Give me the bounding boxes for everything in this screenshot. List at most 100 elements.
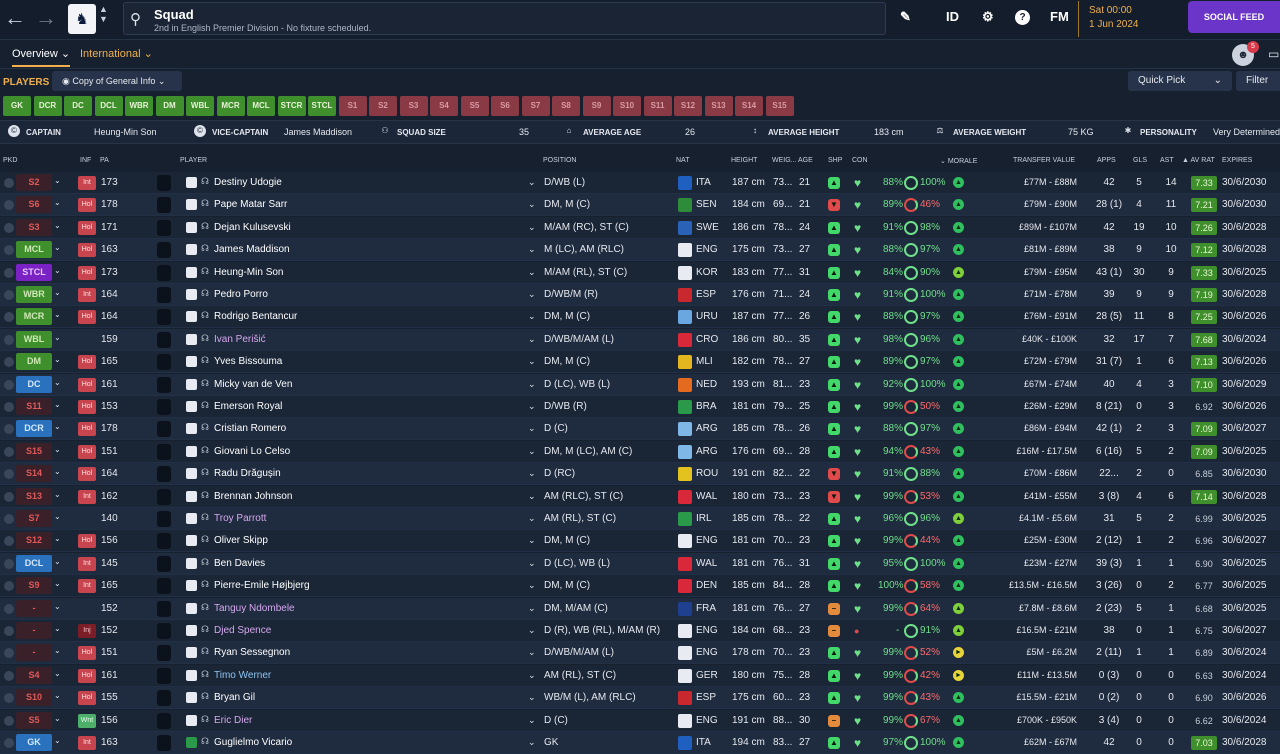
col-inf[interactable]: INF [80,157,91,164]
col-age[interactable]: AGE [798,157,813,164]
col-pkd[interactable]: PKD [3,157,17,164]
row-select-checkbox[interactable] [4,558,14,569]
row-select-checkbox[interactable] [4,379,14,390]
player-name[interactable]: James Maddison [214,244,290,255]
row-select-checkbox[interactable] [4,312,14,323]
forward-arrow-icon[interactable]: → [34,6,58,30]
picked-position-tag[interactable]: S6 [16,196,52,214]
player-name[interactable]: Radu Drăgușin [214,468,281,479]
player-name[interactable]: Eric Dier [214,715,252,726]
table-row[interactable]: S7 ⌄ 140 ☊ Troy Parrott AM (RL), ST (C) ⌄ IRL 18… [0,508,1280,530]
col-position[interactable]: POSITION [543,157,576,164]
picked-position-tag[interactable]: - [16,644,52,662]
chevron-down-icon[interactable]: ⌄ [528,177,536,188]
position-chip[interactable]: S1 [338,96,367,116]
chevron-down-icon[interactable]: ⌄ [528,334,536,345]
club-switch-arrows-icon[interactable]: ▲ ▼ [99,4,108,24]
player-name[interactable]: Oliver Skipp [214,535,268,546]
picked-position-tag[interactable]: DCL [16,554,52,572]
chevron-down-icon[interactable]: ⌄ [54,266,61,275]
table-row[interactable]: DCL ⌄ Int 145 ☊ Ben Davies D (LC), WB (L) ⌄ WAL 1… [0,552,1280,575]
chevron-down-icon[interactable]: ⌄ [54,534,61,543]
picked-position-tag[interactable]: DM [16,353,52,371]
row-select-checkbox[interactable] [4,424,14,435]
monitor-icon[interactable]: ▭ [1268,47,1279,61]
chevron-down-icon[interactable]: ⌄ [54,243,61,252]
player-name[interactable]: Dejan Kulusevski [214,222,291,233]
chevron-down-icon[interactable]: ⌄ [54,288,61,297]
position-chip[interactable]: WBL [186,96,214,116]
picked-position-tag[interactable]: S14 [16,465,52,483]
row-select-checkbox[interactable] [4,178,14,188]
table-row[interactable]: - ⌄ Inj 152 ☊ Djed Spence D (R), WB (RL), M/AM… [0,620,1280,642]
chevron-down-icon[interactable]: ⌄ [528,715,536,726]
chevron-down-icon[interactable]: ⌄ [54,624,61,633]
player-name[interactable]: Bryan Gil [214,692,255,703]
chevron-down-icon[interactable]: ⌄ [528,535,536,546]
chevron-down-icon[interactable]: ⌄ [54,355,61,364]
picked-position-tag[interactable]: - [16,622,52,639]
chevron-down-icon[interactable]: ⌄ [528,692,536,703]
row-select-checkbox[interactable] [4,693,14,704]
picked-position-tag[interactable]: S9 [16,577,52,595]
chevron-down-icon[interactable]: ⌄ [54,579,61,588]
chevron-down-icon[interactable]: ⌄ [54,310,61,319]
picked-position-tag[interactable]: S3 [16,218,52,236]
player-name[interactable]: Tanguy Ndombele [214,603,295,614]
table-row[interactable]: - ⌄ 152 ☊ Tanguy Ndombele DM, M/AM (C) ⌄ FRA 181… [0,597,1280,620]
chevron-down-icon[interactable]: ⌄ [528,244,536,255]
chevron-down-icon[interactable]: ⌄ [528,356,536,367]
row-select-checkbox[interactable] [4,357,14,368]
position-chip[interactable]: STCL [308,96,336,116]
table-row[interactable]: - ⌄ Hol 151 ☊ Ryan Sessegnon D/WB/M/AM (L) ⌄ ENG… [0,642,1280,665]
position-chip[interactable]: S13 [704,96,733,116]
row-select-checkbox[interactable] [4,446,14,457]
picked-position-tag[interactable]: S10 [16,689,52,707]
pencil-icon[interactable]: ✎ [900,9,911,25]
table-row[interactable]: DC ⌄ Hol 161 ☊ Micky van de Ven D (LC), WB (L)… [0,373,1280,396]
position-chip[interactable]: MCL [247,96,275,116]
position-chip[interactable]: S8 [552,96,580,116]
picked-position-tag[interactable]: MCL [16,241,52,259]
position-chip[interactable]: S10 [613,96,641,116]
table-row[interactable]: DM ⌄ Hol 165 ☊ Yves Bissouma DM, M (C) ⌄ MLI 182 … [0,351,1280,374]
player-name[interactable]: Brennan Johnson [214,491,292,502]
position-chip[interactable]: S15 [765,96,794,116]
player-name[interactable]: Timo Werner [214,670,271,681]
table-row[interactable]: STCL ⌄ Hol 173 ☊ Heung-Min Son M/AM (RL), ST (… [0,261,1280,284]
table-row[interactable]: S4 ⌄ Hol 161 ☊ Timo Werner AM (RL), ST (C) ⌄ GER… [0,664,1280,687]
position-chip[interactable]: S7 [521,96,550,116]
col-shp[interactable]: SHP [828,157,842,164]
position-chip[interactable]: S11 [643,96,672,116]
back-arrow-icon[interactable]: ← [3,6,27,30]
position-chip[interactable]: WBR [125,96,153,116]
chevron-down-icon[interactable]: ⌄ [54,333,61,342]
col-apps[interactable]: APPS [1097,157,1116,164]
chevron-down-icon[interactable]: ⌄ [54,490,61,499]
badge-icon[interactable]: ⚙ [982,9,994,25]
tab-international[interactable]: International ⌄ [80,47,153,60]
table-row[interactable]: S12 ⌄ Hol 156 ☊ Oliver Skipp DM, M (C) ⌄ ENG 181 … [0,530,1280,553]
fm-icon[interactable]: FM [1050,9,1069,24]
player-name[interactable]: Giovani Lo Celso [214,446,290,457]
social-feed-button[interactable]: SOCIAL FEED [1188,1,1280,33]
player-name[interactable]: Ryan Sessegnon [214,647,290,658]
table-row[interactable]: S15 ⌄ Hol 151 ☊ Giovani Lo Celso DM, M (LC), A… [0,440,1280,463]
row-select-checkbox[interactable] [4,715,14,726]
chevron-down-icon[interactable]: ⌄ [528,491,536,502]
player-name[interactable]: Guglielmo Vicario [214,737,292,748]
picked-position-tag[interactable]: STCL [16,263,52,281]
player-name[interactable]: Pape Matar Sarr [214,199,287,210]
position-chip[interactable]: DCL [94,96,123,116]
table-row[interactable]: S14 ⌄ Hol 164 ☊ Radu Drăgușin D (RC) ⌄ ROU 191 cm… [0,463,1280,486]
player-name[interactable]: Heung-Min Son [214,267,283,278]
chevron-down-icon[interactable]: ⌄ [528,468,536,479]
player-name[interactable]: Ivan Perišić [214,334,266,345]
table-row[interactable]: S9 ⌄ Int 165 ☊ Pierre-Emile Højbjerg DM, M (C)… [0,575,1280,598]
col-ast[interactable]: AST [1160,157,1174,164]
position-chip[interactable]: S2 [369,96,397,116]
row-select-checkbox[interactable] [4,222,14,233]
quick-pick-button[interactable]: Quick Pick ⌄ [1128,71,1232,91]
picked-position-tag[interactable]: S4 [16,666,52,684]
row-select-checkbox[interactable] [4,514,14,524]
